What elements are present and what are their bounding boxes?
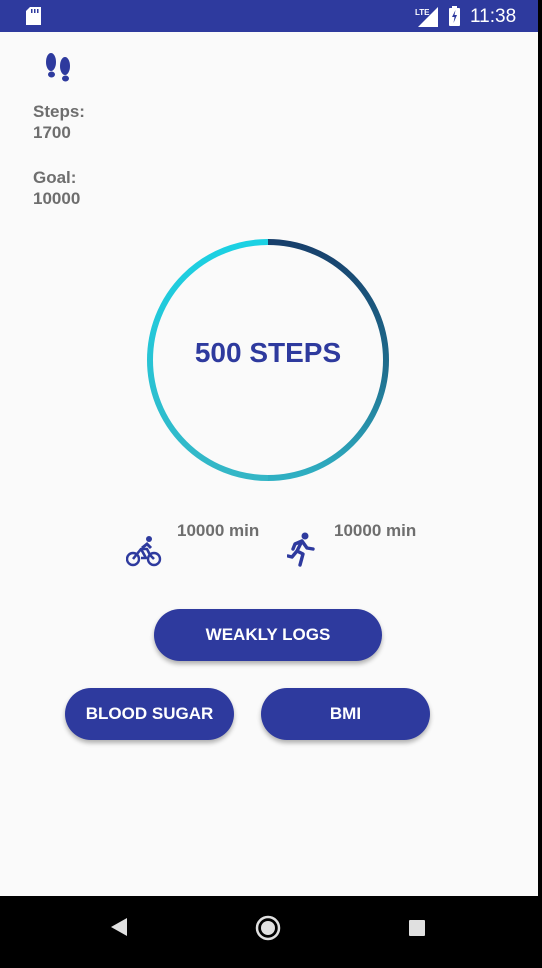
screen-edge — [538, 0, 542, 968]
sd-card-icon — [26, 7, 41, 25]
blood-sugar-button[interactable]: BLOOD SUGAR — [65, 688, 234, 740]
steps-value: 1700 — [33, 123, 71, 142]
cycling-time: 10000 min — [177, 521, 260, 540]
status-time: 11:38 — [470, 6, 517, 27]
footprints-icon — [46, 53, 70, 82]
main-screen: Steps: 1700 Goal: 10000 500 STEPS 10000 … — [0, 32, 538, 896]
steps-progress-label: 500 STEPS — [194, 337, 342, 368]
steps-label: Steps: — [33, 102, 85, 121]
signal-icon — [418, 7, 438, 27]
running-icon — [287, 532, 315, 567]
battery-icon — [449, 6, 460, 26]
back-icon[interactable] — [111, 918, 127, 936]
weekly-logs-button[interactable]: WEAKLY LOGS — [154, 609, 382, 661]
goal-label: Goal: — [33, 168, 77, 187]
bmi-button[interactable]: BMI — [261, 688, 430, 740]
home-icon[interactable] — [255, 915, 281, 941]
goal-value: 10000 — [33, 189, 81, 208]
status-bar: LTE 11:38 — [0, 0, 538, 32]
recents-icon[interactable] — [409, 920, 425, 936]
running-time: 10000 min — [334, 521, 417, 540]
bicycle-icon — [126, 536, 162, 567]
navigation-bar — [0, 896, 538, 968]
